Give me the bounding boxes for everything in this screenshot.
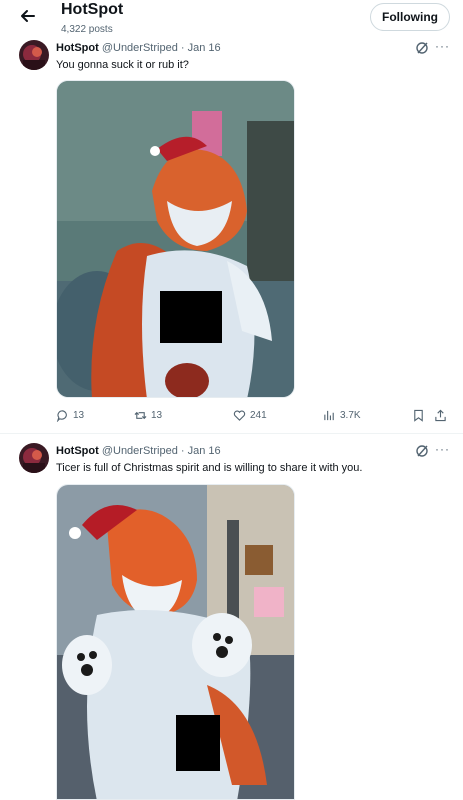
author-name[interactable]: HotSpot [56,42,99,54]
avatar[interactable] [19,443,49,473]
reply-count: 13 [73,410,85,421]
views-button[interactable]: 3.7K [323,409,361,422]
tweet[interactable]: HotSpot @UnderStriped · Jan 16 ··· You g… [0,38,463,432]
more-options-icon[interactable]: ··· [435,39,450,53]
repost-count: 13 [151,410,163,421]
tweet-text: You gonna suck it or rub it? [56,59,189,71]
tweet-date[interactable]: · Jan 16 [181,42,221,54]
author-handle[interactable]: @UnderStriped [102,42,178,54]
post-count: 4,322 posts [61,24,113,35]
view-count: 3.7K [340,410,361,421]
tweet-date[interactable]: · Jan 16 [181,445,221,457]
like-button[interactable]: 241 [233,409,267,422]
share-button[interactable] [434,409,447,422]
tweet-divider [0,433,463,434]
avatar[interactable] [19,40,49,70]
repost-button[interactable]: 13 [134,409,162,422]
tweet-meta: HotSpot @UnderStriped · Jan 16 [56,42,221,54]
tweet-meta: HotSpot @UnderStriped · Jan 16 [56,445,221,457]
author-handle[interactable]: @UnderStriped [102,445,178,457]
tweet-text: Ticer is full of Christmas spirit and is… [56,462,363,474]
grok-icon[interactable] [415,41,429,55]
reply-icon [56,410,67,422]
tweet[interactable]: HotSpot @UnderStriped · Jan 16 ··· Ticer… [0,441,463,800]
following-button[interactable]: Following [370,3,450,31]
profile-header: HotSpot 4,322 posts Following [0,0,463,38]
more-options-icon[interactable]: ··· [435,442,450,456]
tweet-image[interactable] [56,484,295,800]
heart-icon [233,410,246,421]
back-arrow-icon[interactable] [18,6,38,26]
repost-icon [134,411,147,420]
tweet-image[interactable] [56,80,295,398]
tweet-actions: 13 13 241 3.7K [0,409,463,425]
reply-button[interactable]: 13 [56,409,84,422]
author-name[interactable]: HotSpot [56,445,99,457]
views-icon [324,410,334,421]
grok-icon[interactable] [415,444,429,458]
profile-name: HotSpot [61,1,124,18]
bookmark-icon [414,409,423,422]
bookmark-button[interactable] [412,409,425,422]
share-icon [435,409,446,422]
like-count: 241 [250,410,267,421]
